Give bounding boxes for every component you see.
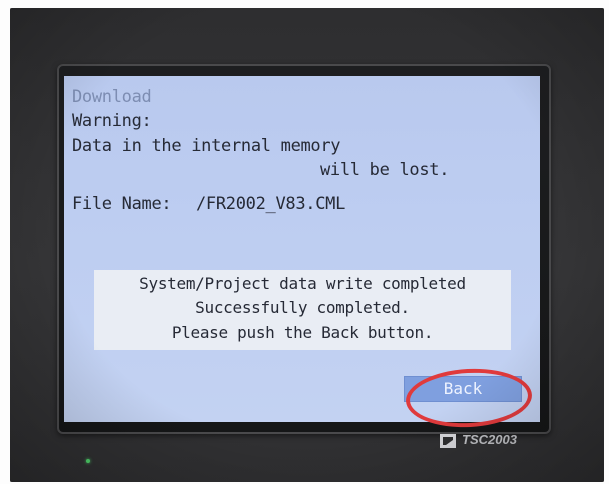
warning-label: Warning: xyxy=(72,111,152,131)
model-label: TSC2003 xyxy=(462,432,517,447)
warning-message-continued: will be lost. xyxy=(320,160,450,180)
power-led-indicator xyxy=(86,459,90,463)
lcd-screen: Download Warning: Data in the internal m… xyxy=(64,76,540,422)
back-button[interactable]: Back xyxy=(404,376,522,402)
file-name-label: File Name: xyxy=(72,194,172,214)
status-line-1: System/Project data write completed xyxy=(139,274,466,293)
status-line-3: Please push the Back button. xyxy=(171,323,434,342)
warning-message: Data in the internal memory xyxy=(72,136,341,156)
file-name-value: /FR2002_V83.CML xyxy=(196,194,346,214)
screen-title: Download xyxy=(72,87,152,107)
brand-logo-icon xyxy=(440,434,456,448)
status-line-2: Successfully completed. xyxy=(195,298,410,317)
status-message-box: System/Project data write completed Succ… xyxy=(94,270,511,350)
